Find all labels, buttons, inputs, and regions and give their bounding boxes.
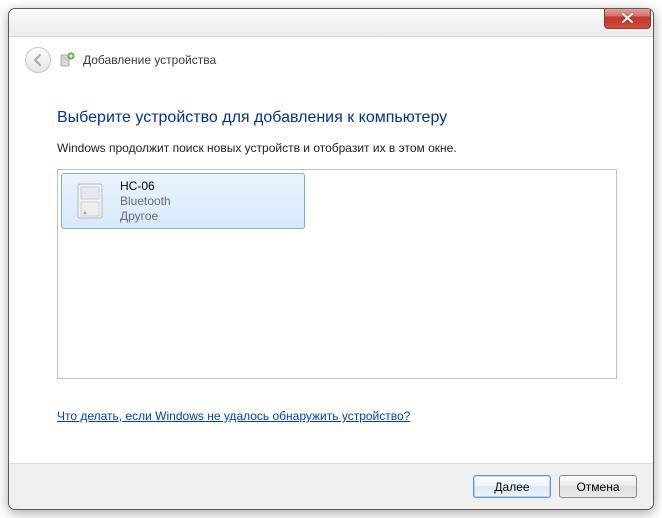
content-area: Выберите устройство для добавления к ком…: [9, 79, 653, 423]
footer: Далее Отмена: [9, 463, 653, 509]
device-list: HC-06 Bluetooth Другое: [57, 169, 617, 379]
page-subtext: Windows продолжит поиск новых устройств …: [57, 141, 617, 155]
device-text: HC-06 Bluetooth Другое: [120, 179, 171, 224]
close-button[interactable]: [604, 8, 651, 29]
window-title: Добавление устройства: [83, 53, 216, 67]
titlebar: [9, 9, 653, 37]
page-heading: Выберите устройство для добавления к ком…: [57, 109, 617, 127]
wizard-window: Добавление устройства Выберите устройств…: [8, 8, 654, 510]
header: Добавление устройства: [9, 37, 653, 79]
device-category: Другое: [120, 209, 171, 224]
back-button[interactable]: [25, 47, 51, 73]
add-device-icon: [59, 52, 75, 68]
device-icon: [70, 179, 110, 223]
device-name: HC-06: [120, 179, 171, 194]
cancel-button[interactable]: Отмена: [559, 475, 637, 498]
device-type: Bluetooth: [120, 194, 171, 209]
next-button[interactable]: Далее: [473, 475, 551, 498]
back-arrow-icon: [31, 53, 45, 67]
close-icon: [622, 13, 633, 23]
help-link[interactable]: Что делать, если Windows не удалось обна…: [57, 409, 410, 423]
device-item[interactable]: HC-06 Bluetooth Другое: [61, 173, 305, 229]
